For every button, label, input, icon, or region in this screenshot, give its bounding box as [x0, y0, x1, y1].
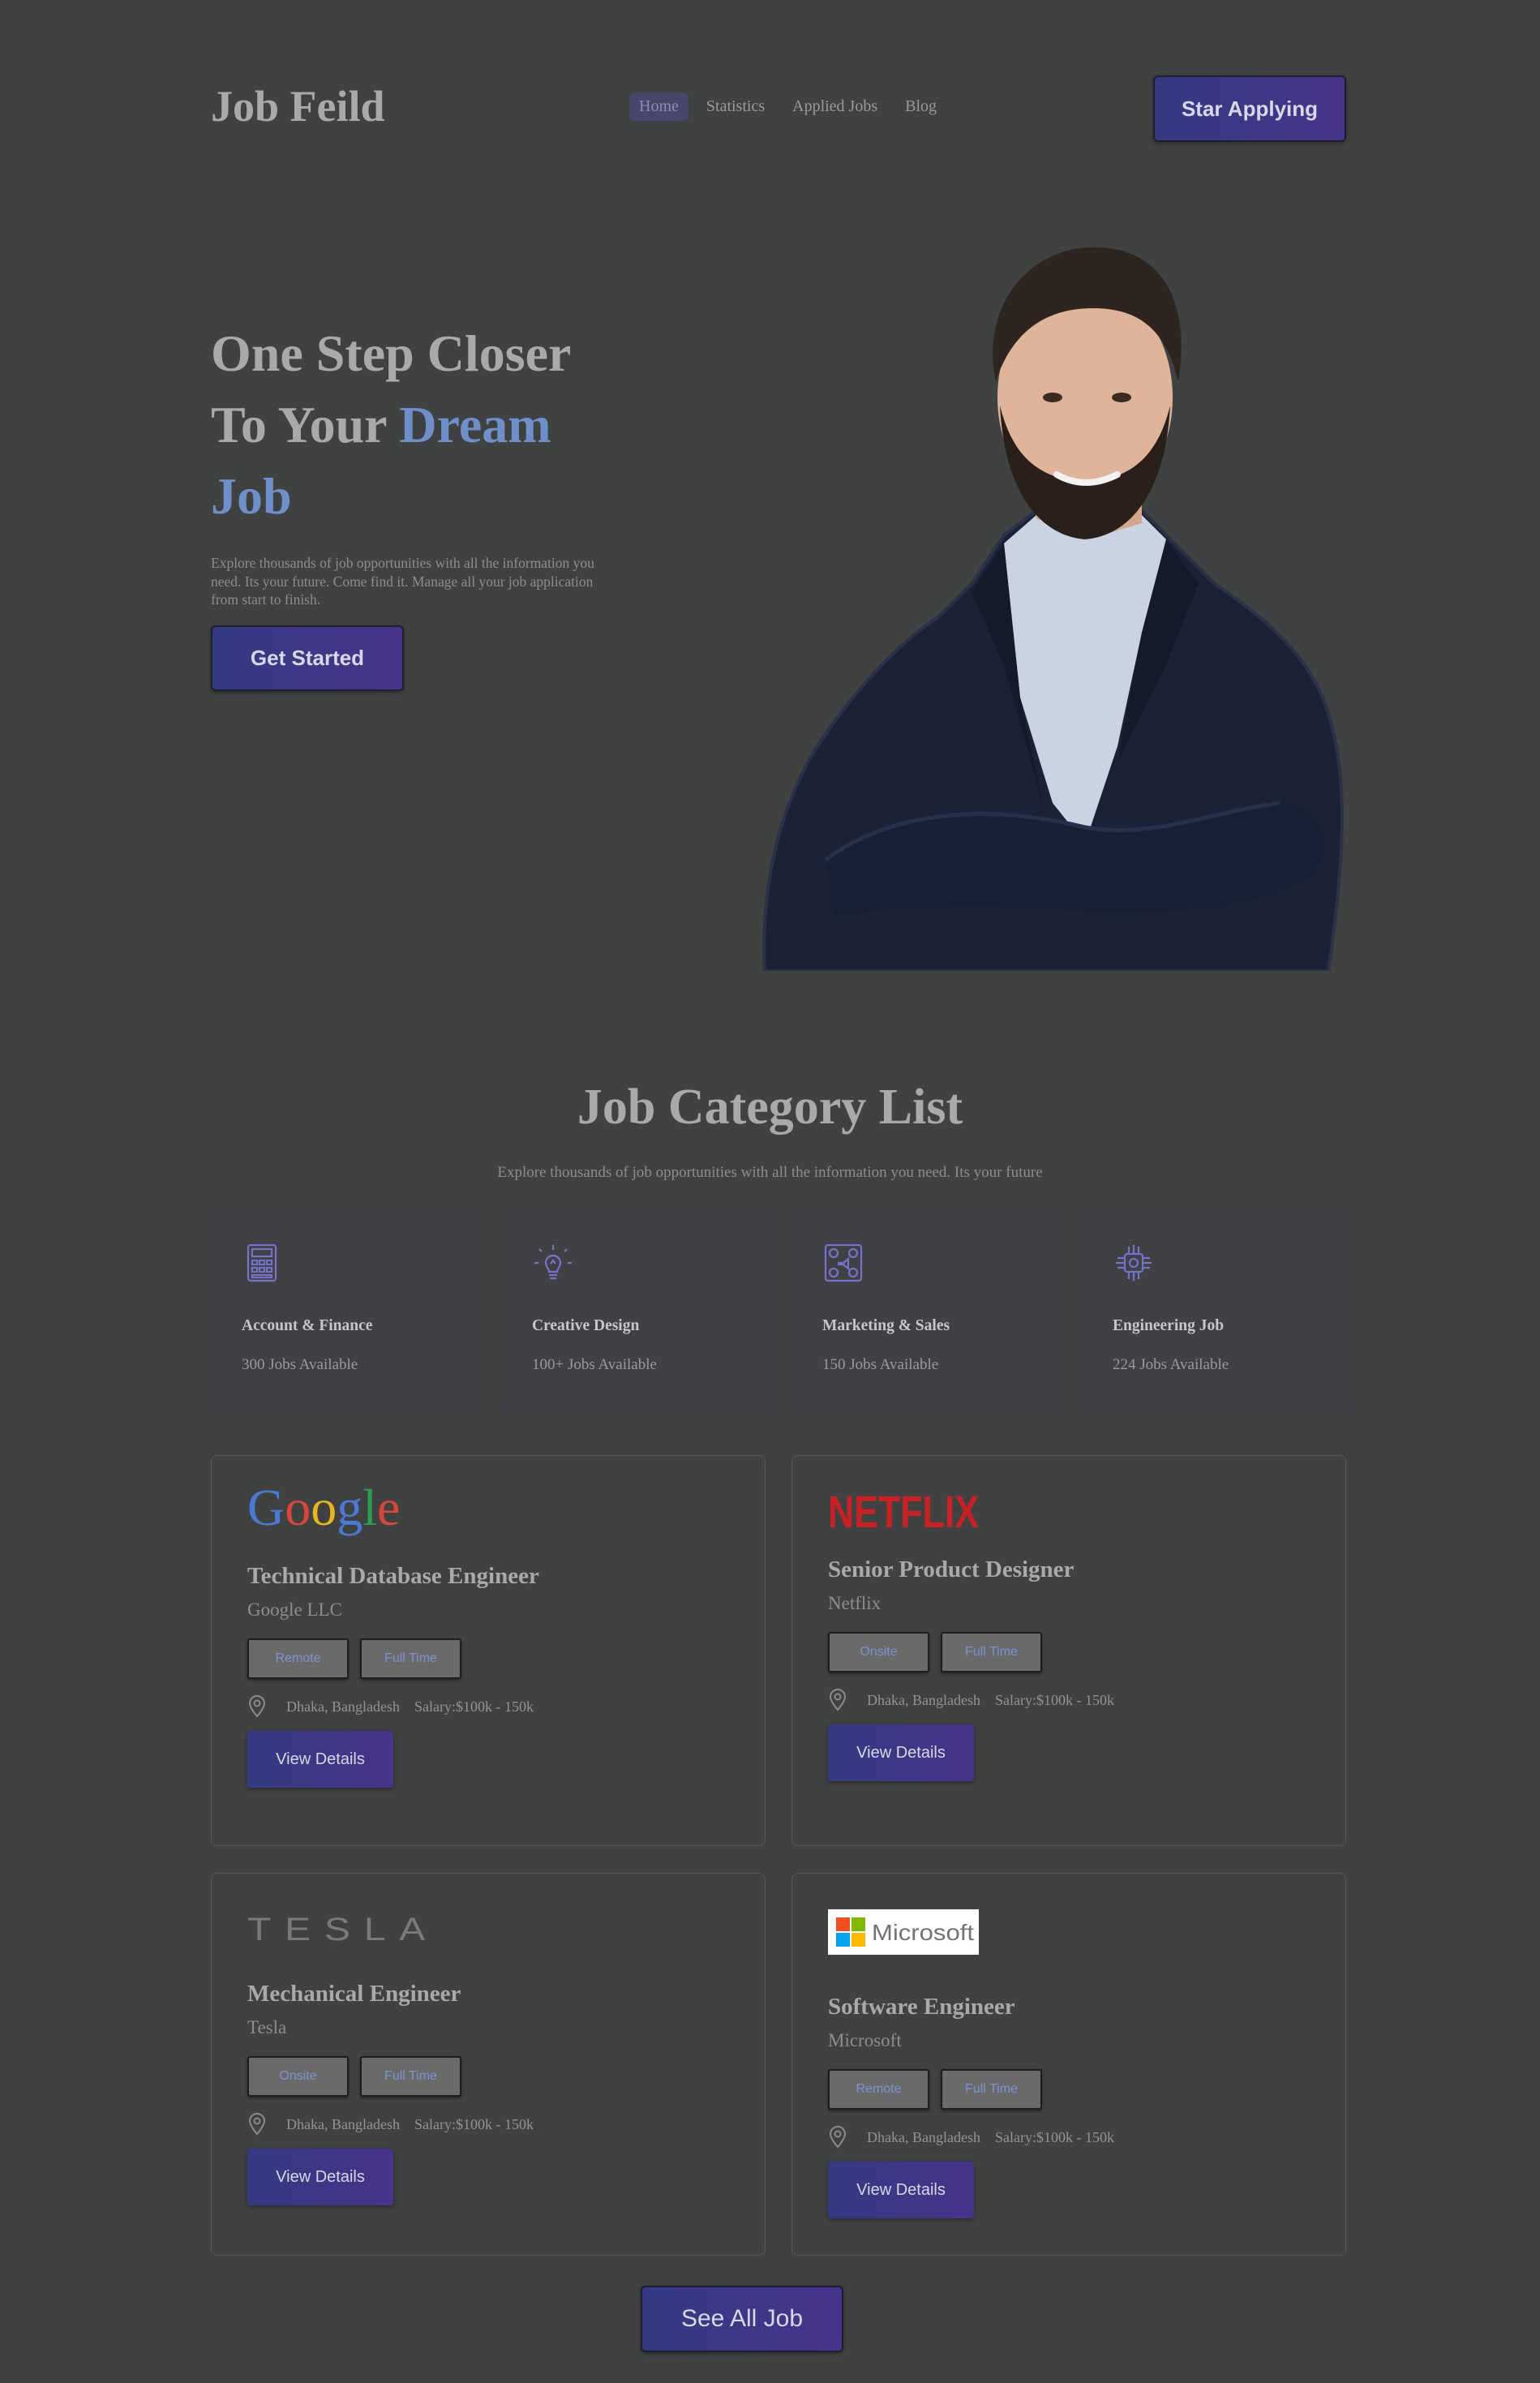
- view-details-button[interactable]: View Details: [828, 2162, 974, 2218]
- nav-home[interactable]: Home: [629, 92, 688, 121]
- location-pin-icon: [829, 1689, 847, 1711]
- job-company: Google LLC: [247, 1599, 342, 1620]
- job-card-netflix: NETFLIX Senior Product Designer Netflix …: [791, 1455, 1346, 1846]
- job-location: Dhaka, Bangladesh: [286, 1698, 400, 1715]
- category-card-account-finance[interactable]: Account & Finance 300 Jobs Available: [211, 1211, 483, 1418]
- svg-text:Microsoft: Microsoft: [872, 1920, 974, 1945]
- lightbulb-icon: [534, 1245, 572, 1280]
- get-started-button[interactable]: Get Started: [211, 625, 404, 691]
- svg-text:TESLA: TESLA: [247, 1913, 439, 1945]
- job-title: Technical Database Engineer: [247, 1563, 539, 1589]
- category-section-title: Job Category List: [577, 1080, 963, 1135]
- job-tags: Onsite Full Time: [247, 2056, 729, 2097]
- nav-statistics[interactable]: Statistics: [697, 92, 774, 121]
- company-logo-microsoft: Microsoft: [828, 1908, 1310, 1956]
- job-title: Senior Product Designer: [828, 1556, 1075, 1582]
- category-grid: Account & Finance 300 Jobs Available Cre…: [211, 1211, 1354, 1418]
- hero-title-line2: To Your: [211, 396, 400, 453]
- marketing-icon: [824, 1243, 863, 1282]
- job-card-microsoft: Microsoft Software Engineer Microsoft Re…: [791, 1873, 1346, 2256]
- category-count: 300 Jobs Available: [242, 1356, 358, 1373]
- category-card-creative-design[interactable]: Creative Design 100+ Jobs Available: [501, 1211, 774, 1418]
- job-tags: Remote Full Time: [247, 1638, 729, 1679]
- category-card-marketing-sales[interactable]: Marketing & Sales 150 Jobs Available: [791, 1211, 1064, 1418]
- job-meta: Dhaka, Bangladesh Salary:$100k - 150k: [247, 1695, 729, 1718]
- job-title: Mechanical Engineer: [247, 1981, 461, 2007]
- main-nav: Home Statistics Applied Jobs Blog: [629, 92, 946, 121]
- job-salary: Salary:$100k - 150k: [994, 2128, 1114, 2145]
- nav-blog[interactable]: Blog: [895, 92, 946, 121]
- location-pin-icon: [248, 1695, 266, 1718]
- hero-description: Explore thousands of job opportunities w…: [211, 555, 594, 608]
- job-card-google: Google Technical Database Engineer Googl…: [211, 1455, 766, 1846]
- hero-title: One Step Closer To Your Dream Job: [211, 318, 665, 532]
- category-count: 150 Jobs Available: [822, 1356, 939, 1373]
- hero-title-accent-job: Job: [211, 467, 292, 525]
- category-count: 224 Jobs Available: [1113, 1356, 1229, 1373]
- chip-icon: [1116, 1245, 1152, 1281]
- job-salary: Salary:$100k - 150k: [414, 2115, 534, 2132]
- category-title: Creative Design: [532, 1317, 640, 1334]
- job-meta: Dhaka, Bangladesh Salary:$100k - 150k: [828, 2126, 1310, 2149]
- job-meta: Dhaka, Bangladesh Salary:$100k - 150k: [828, 1689, 1310, 1711]
- brand-logo[interactable]: Job Feild: [211, 81, 385, 131]
- start-applying-button[interactable]: Star Applying: [1153, 75, 1346, 142]
- calculator-icon: [247, 1243, 277, 1282]
- job-salary: Salary:$100k - 150k: [994, 1691, 1114, 1708]
- microsoft-logo: Microsoft: [828, 1909, 979, 1955]
- category-card-engineering[interactable]: Engineering Job 224 Jobs Available: [1082, 1211, 1354, 1418]
- google-logo: Google: [247, 1483, 400, 1536]
- category-title: Account & Finance: [242, 1317, 373, 1334]
- company-logo-google: Google: [247, 1483, 729, 1536]
- job-tag-work-mode: Remote: [247, 1638, 349, 1679]
- job-tag-work-mode: Onsite: [247, 2056, 349, 2097]
- nav-applied-jobs[interactable]: Applied Jobs: [783, 92, 887, 121]
- netflix-logo: NETFLIX: [828, 1487, 979, 1535]
- job-salary: Salary:$100k - 150k: [414, 1698, 534, 1715]
- company-logo-netflix: NETFLIX: [828, 1487, 1310, 1535]
- hero-title-accent-dream: Dream: [399, 396, 551, 453]
- category-count: 100+ Jobs Available: [532, 1356, 657, 1373]
- job-company: Microsoft: [828, 2030, 902, 2050]
- view-details-button[interactable]: View Details: [247, 2149, 393, 2205]
- svg-text:NETFLIX: NETFLIX: [828, 1487, 979, 1535]
- job-tag-employment-type: Full Time: [941, 1632, 1042, 1672]
- tesla-logo: TESLA: [247, 1913, 439, 1945]
- job-title: Software Engineer: [828, 1994, 1015, 2020]
- category-title: Engineering Job: [1113, 1317, 1225, 1334]
- company-logo-tesla: TESLA: [247, 1904, 729, 1953]
- job-company: Tesla: [247, 2017, 287, 2037]
- svg-text:Google: Google: [247, 1483, 400, 1536]
- job-tag-work-mode: Remote: [828, 2069, 929, 2110]
- hero-title-line1: One Step Closer: [211, 324, 572, 382]
- job-tags: Remote Full Time: [828, 2069, 1310, 2110]
- job-location: Dhaka, Bangladesh: [867, 1691, 980, 1708]
- view-details-button[interactable]: View Details: [247, 1731, 393, 1788]
- job-tag-work-mode: Onsite: [828, 1632, 929, 1672]
- job-tag-employment-type: Full Time: [360, 2056, 461, 2097]
- location-pin-icon: [829, 2126, 847, 2149]
- view-details-button[interactable]: View Details: [828, 1724, 974, 1781]
- job-tag-employment-type: Full Time: [941, 2069, 1042, 2110]
- job-tags: Onsite Full Time: [828, 1632, 1310, 1672]
- job-card-tesla: TESLA Mechanical Engineer Tesla Onsite F…: [211, 1873, 766, 2256]
- job-company: Netflix: [828, 1593, 882, 1613]
- category-section-subtitle: Explore thousands of job opportunities w…: [497, 1164, 1043, 1181]
- job-meta: Dhaka, Bangladesh Salary:$100k - 150k: [247, 2113, 729, 2136]
- location-pin-icon: [248, 2113, 266, 2136]
- job-location: Dhaka, Bangladesh: [867, 2128, 980, 2145]
- job-tag-employment-type: Full Time: [360, 1638, 461, 1679]
- see-all-jobs-button[interactable]: See All Job: [641, 2286, 843, 2352]
- category-title: Marketing & Sales: [822, 1317, 950, 1334]
- job-location: Dhaka, Bangladesh: [286, 2115, 400, 2132]
- hero-person-image: [762, 247, 1344, 971]
